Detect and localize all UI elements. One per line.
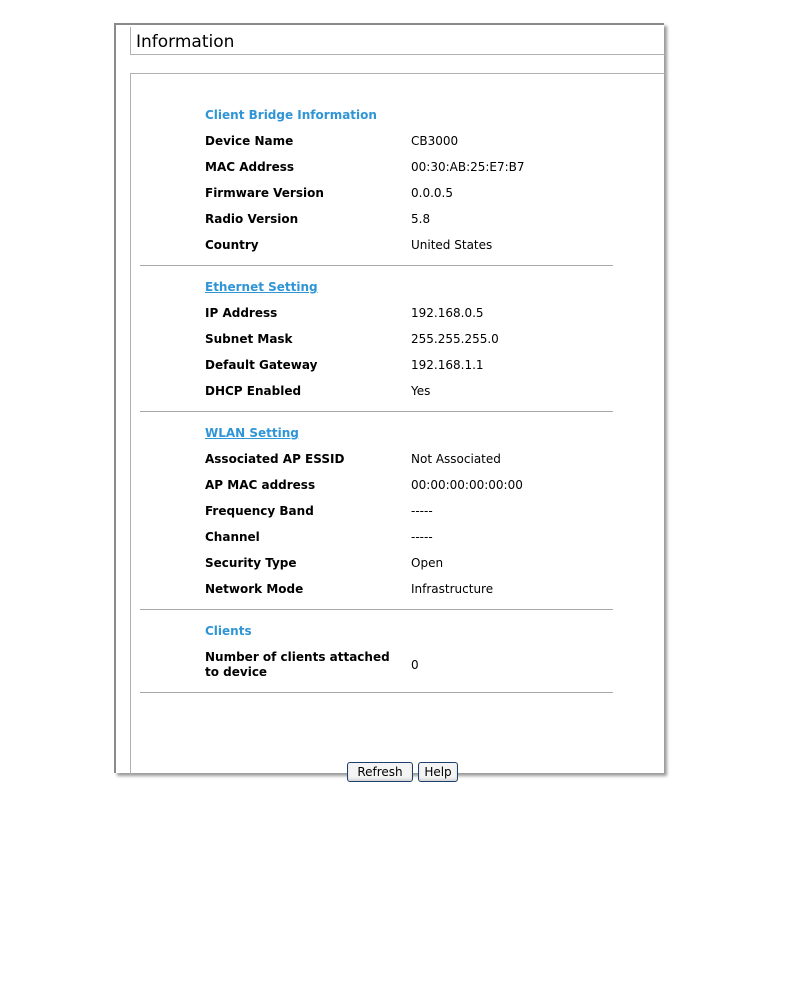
radio-version-value: 5.8 [411,212,431,226]
associated-ap-essid-value: Not Associated [411,452,501,466]
title-bar: Information [130,27,665,55]
device-name-label: Device Name [205,134,294,148]
firmware-version-label: Firmware Version [205,186,324,200]
refresh-button[interactable]: Refresh [347,762,413,782]
help-button[interactable]: Help [418,762,458,782]
frequency-band-value: ----- [411,504,433,518]
channel-label: Channel [205,530,260,544]
default-gateway-label: Default Gateway [205,358,318,372]
country-label: Country [205,238,259,252]
clients-heading: Clients [205,624,252,638]
section-divider [140,411,613,412]
associated-ap-essid-label: Associated AP ESSID [205,452,345,466]
security-type-value: Open [411,556,444,570]
dhcp-enabled-label: DHCP Enabled [205,384,302,398]
section-divider [140,692,613,693]
ip-address-value: 192.168.0.5 [411,306,484,320]
client-bridge-heading: Client Bridge Information [205,108,377,122]
wlan-setting-link[interactable]: WLAN Setting [205,425,299,441]
clients-attached-value: 0 [411,658,419,672]
ip-address-label: IP Address [205,306,278,320]
mac-address-value: 00:30:AB:25:E7:B7 [411,160,525,174]
network-mode-label: Network Mode [205,582,304,596]
firmware-version-value: 0.0.0.5 [411,186,453,200]
security-type-label: Security Type [205,556,297,570]
information-panel: Client Bridge Information Device Name CB… [130,73,665,782]
section-divider [140,265,613,266]
ap-mac-address-value: 00:00:00:00:00:00 [411,478,523,492]
clients-attached-label: Number of clients attached to device [205,650,390,679]
ethernet-setting-link[interactable]: Ethernet Setting [205,279,318,295]
subnet-mask-value: 255.255.255.0 [411,332,499,346]
dhcp-enabled-value: Yes [411,384,431,398]
channel-value: ----- [411,530,433,544]
frequency-band-label: Frequency Band [205,504,314,518]
country-value: United States [411,238,493,252]
mac-address-label: MAC Address [205,160,295,174]
network-mode-value: Infrastructure [411,582,494,596]
ap-mac-address-label: AP MAC address [205,478,316,492]
window-title: Information [136,32,235,52]
default-gateway-value: 192.168.1.1 [411,358,484,372]
section-divider [140,609,613,610]
subnet-mask-label: Subnet Mask [205,332,293,346]
information-window: Information Client Bridge Information De… [114,23,665,782]
radio-version-label: Radio Version [205,212,299,226]
device-name-value: CB3000 [411,134,459,148]
